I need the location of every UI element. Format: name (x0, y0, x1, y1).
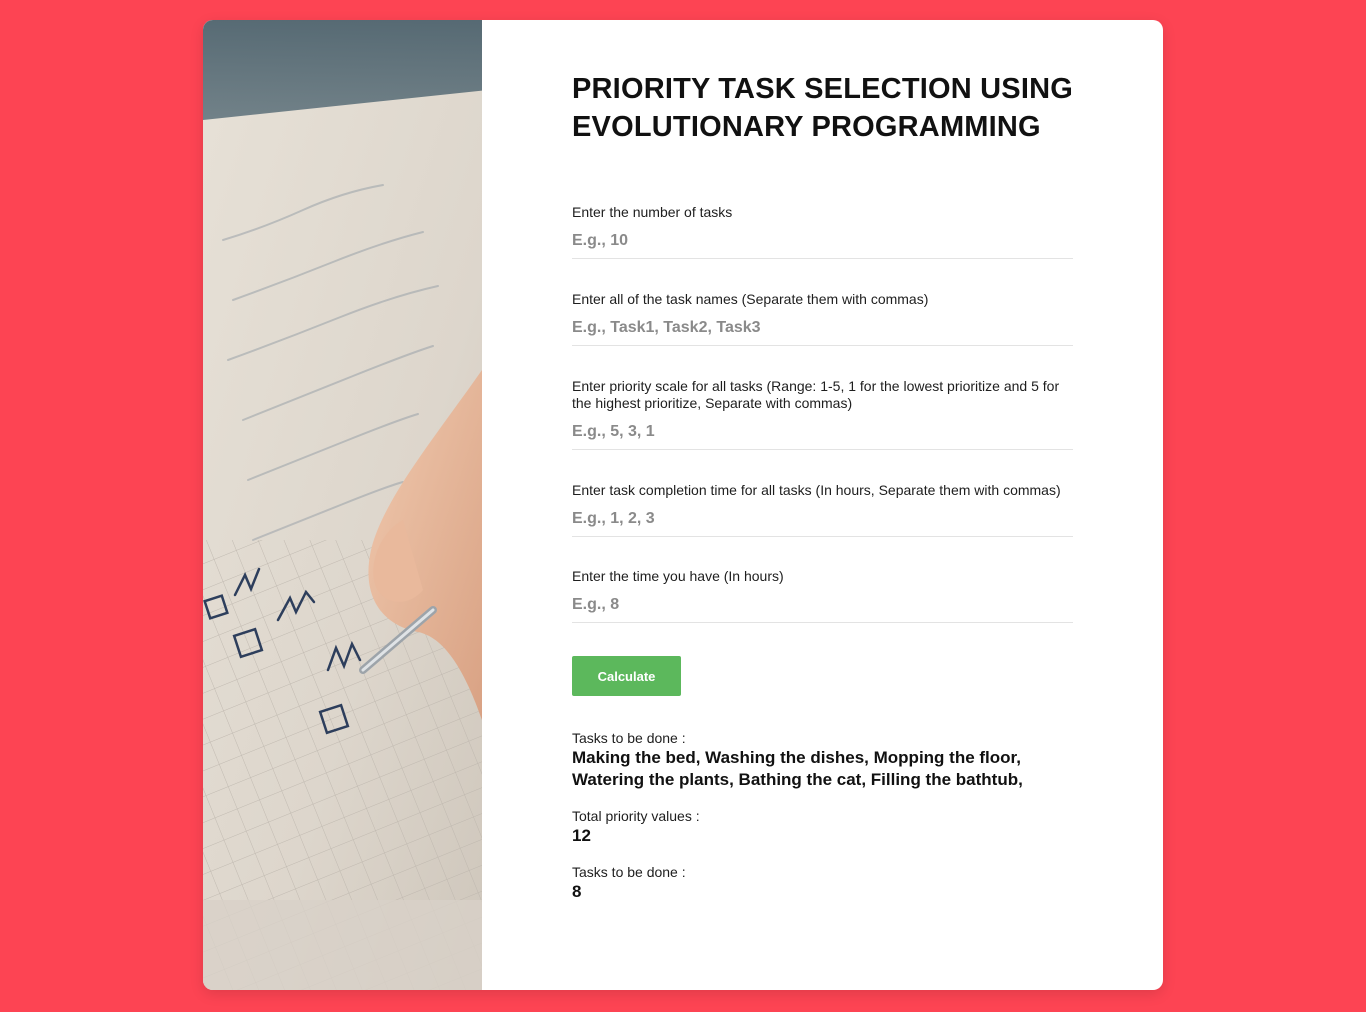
result-task-count-value: 8 (572, 882, 582, 901)
priority-scale-field: Enter priority scale for all tasks (Rang… (572, 378, 1073, 450)
result-priority-total-label: Total priority values : (572, 808, 700, 824)
task-count-label: Enter the number of tasks (572, 204, 733, 220)
calculate-button[interactable]: Calculate (572, 656, 681, 696)
priority-scale-label: Enter priority scale for all tasks (Rang… (572, 378, 1060, 411)
completion-time-field: Enter task completion time for all tasks… (572, 482, 1073, 537)
task-names-field: Enter all of the task names (Separate th… (572, 291, 1073, 346)
result-tasks-value: Making the bed, Washing the dishes, Mopp… (572, 748, 1023, 789)
task-names-label: Enter all of the task names (Separate th… (572, 291, 929, 307)
result-priority-total: Total priority values : 12 (572, 808, 1073, 847)
available-time-input[interactable] (572, 587, 1073, 622)
result-task-count-label: Tasks to be done : (572, 864, 686, 880)
task-count-input[interactable] (572, 223, 1073, 258)
available-time-field: Enter the time you have (In hours) (572, 568, 1073, 623)
result-tasks: Tasks to be done : Making the bed, Washi… (572, 730, 1073, 791)
main-card: PRIORITY TASK SELECTION USING EVOLUTIONA… (203, 20, 1163, 990)
notebook-photo-illustration (203, 20, 482, 990)
result-tasks-label: Tasks to be done : (572, 730, 686, 746)
notebook-photo (203, 20, 482, 990)
task-names-input[interactable] (572, 310, 1073, 345)
task-count-field: Enter the number of tasks (572, 204, 1073, 259)
page-title: PRIORITY TASK SELECTION USING EVOLUTIONA… (572, 73, 1073, 143)
completion-time-input[interactable] (572, 501, 1073, 536)
result-task-count: Tasks to be done : 8 (572, 864, 1073, 903)
result-priority-total-value: 12 (572, 826, 591, 845)
priority-scale-input[interactable] (572, 414, 1073, 449)
completion-time-label: Enter task completion time for all tasks… (572, 482, 1061, 498)
available-time-label: Enter the time you have (In hours) (572, 568, 784, 584)
